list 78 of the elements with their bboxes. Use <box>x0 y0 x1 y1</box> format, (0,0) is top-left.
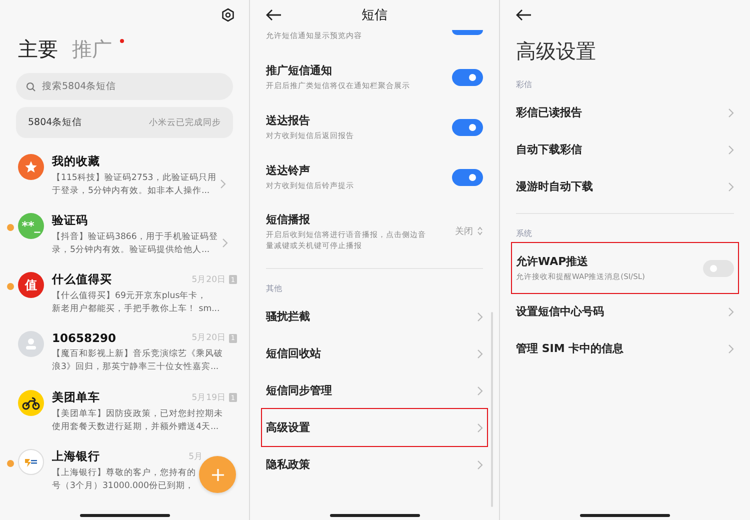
contact-name: 什么值得买 <box>52 272 112 287</box>
menu-item[interactable]: 隐私政策 <box>266 446 483 483</box>
message-preview: 【抖音】验证码3866，用于手机验证码登 录，5分钟内有效。验证码提供给他人... <box>52 231 218 257</box>
menu-item-label: 骚扰拦截 <box>266 309 310 324</box>
contact-name: 美团单车 <box>52 390 100 405</box>
back-arrow-icon[interactable] <box>516 9 532 21</box>
toggle-switch[interactable] <box>452 68 483 86</box>
page-title: 短信 <box>362 8 388 23</box>
conversation-item[interactable]: **_ 验证码 【抖音】验证码3866，用于手机验证码登 录，5分钟内有效。验证码提供给他人... <box>0 213 249 272</box>
menu-item[interactable]: 彩信已读报告 <box>516 94 734 131</box>
chevron-icon <box>477 348 483 358</box>
menu-item-label: 短信同步管理 <box>266 383 332 398</box>
chevron-icon <box>728 108 734 118</box>
menu-item[interactable]: 骚扰拦截 <box>266 298 483 335</box>
message-preview: 【美团单车】因防疫政策，已对您封控期未 使用套餐天数进行延期，并额外赠送4天... <box>52 408 223 434</box>
conversation-item[interactable]: 我的收藏 【115科技】验证码2753，此验证码只用 于登录，5分钟内有效。如非本人操作... <box>0 154 249 213</box>
toggle-switch[interactable] <box>452 168 483 186</box>
back-arrow-icon[interactable] <box>266 9 282 21</box>
chevron-icon <box>222 238 228 248</box>
sync-status: 小米云已完成同步 <box>149 116 221 128</box>
toggle-switch[interactable] <box>703 260 734 276</box>
contact-name: 10658290 <box>52 331 116 345</box>
message-date: 5月20日 <box>192 274 226 286</box>
contact-name: 上海银行 <box>52 449 100 464</box>
menu-item[interactable]: 短信同步管理 <box>266 372 483 409</box>
contact-name: 我的收藏 <box>52 154 100 169</box>
settings-icon[interactable] <box>221 8 235 22</box>
menu-item-label: 彩信已读报告 <box>516 105 582 120</box>
chevron-icon <box>728 182 734 192</box>
toggle-switch[interactable] <box>452 30 483 35</box>
conversation-item[interactable]: 上海银行 5月 【上海银行】尊敬的客户，您持有的 号（3个月）31000.000份已到期， <box>0 449 249 508</box>
chevron-icon <box>220 178 226 188</box>
menu-item[interactable]: 自动下载彩信 <box>516 131 734 168</box>
plus-icon <box>210 468 224 482</box>
menu-item-label: 管理 SIM 卡中的信息 <box>516 341 624 356</box>
setting-title: 允许WAP推送 <box>516 254 590 269</box>
menu-item[interactable]: 短信回收站 <box>266 335 483 372</box>
avatar-text: **_ <box>22 219 40 233</box>
message-date: 5月 <box>188 450 203 462</box>
up-down-icon <box>477 226 483 236</box>
chevron-icon <box>477 460 483 470</box>
chevron-icon <box>477 422 483 432</box>
message-preview: 【上海银行】尊敬的客户，您持有的 号（3个月）31000.000份已到期， <box>52 467 196 493</box>
message-preview: 【什么值得买】69元开京东plus年卡， 新老用户都能买，手把手教你上车！ sm... <box>52 290 220 316</box>
message-preview: 【115科技】验证码2753，此验证码只用 于登录，5分钟内有效。如非本人操作... <box>52 172 216 198</box>
chevron-icon <box>728 306 734 316</box>
page-title: 高级设置 <box>516 39 596 63</box>
message-preview: 【魔百和影视上新】音乐竞演综艺《乘风破 浪3》回归，那英宁静率三十位女性嘉宾... <box>52 348 223 374</box>
message-date: 5月20日 <box>192 332 226 344</box>
setting-title: 短信播报 <box>266 212 311 226</box>
toggle-switch[interactable] <box>452 118 483 136</box>
section-header: 其他 <box>266 283 283 295</box>
section-header: 彩信 <box>516 79 533 91</box>
chevron-icon <box>477 312 483 322</box>
chevron-icon <box>477 386 483 396</box>
menu-item-label: 短信回收站 <box>266 346 321 361</box>
tab[interactable]: 主要 <box>18 36 62 63</box>
menu-item[interactable]: 管理 SIM 卡中的信息 <box>516 330 734 367</box>
menu-item-label: 自动下载彩信 <box>516 142 582 157</box>
setting-title: 送达报告 <box>266 113 311 128</box>
message-count: 5804条短信 <box>28 116 82 129</box>
menu-item[interactable]: 漫游时自动下载 <box>516 168 734 205</box>
chevron-icon <box>728 144 734 154</box>
menu-item-label: 漫游时自动下载 <box>516 179 593 194</box>
menu-item-label: 设置短信中心号码 <box>516 304 604 319</box>
menu-item[interactable]: 设置短信中心号码 <box>516 293 734 330</box>
setting-title: 推广短信通知 <box>266 63 333 78</box>
contact-name: 验证码 <box>52 213 88 228</box>
search-icon <box>26 82 36 92</box>
highlight-box[interactable]: 高级设置 <box>262 409 487 446</box>
chevron-icon <box>728 344 734 354</box>
search-field[interactable]: 搜索5804条短信 <box>16 73 233 100</box>
section-header: 系统 <box>516 228 533 240</box>
avatar-text: 值 <box>25 276 37 294</box>
message-date: 5月19日 <box>192 392 226 404</box>
menu-item-label: 隐私政策 <box>266 457 310 472</box>
setting-title: 送达铃声 <box>266 163 311 178</box>
menu-item-label: 高级设置 <box>266 420 310 435</box>
